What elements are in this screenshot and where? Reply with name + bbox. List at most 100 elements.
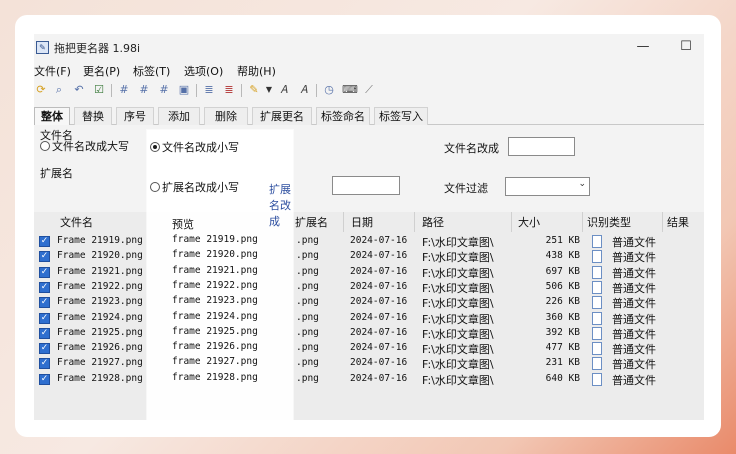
menu-tags[interactable]: 标签(T) (133, 63, 170, 79)
tab-sequence[interactable]: 序号 (116, 107, 154, 125)
row-checkbox[interactable]: ✓ (39, 281, 50, 293)
column-header-extension[interactable]: 扩展名 (295, 214, 328, 230)
tab-delete[interactable]: 删除 (204, 107, 248, 125)
tab-add[interactable]: 添加 (158, 107, 200, 125)
title-bar: ✎ 拖把更名器 1.98i — ☐ (34, 34, 704, 60)
column-divider (343, 212, 344, 232)
filename-change-input[interactable] (508, 137, 575, 156)
table-row[interactable]: ✓ Frame 21926.png .png 2024-07-16 F:\水印文章图\ 4… (34, 341, 704, 356)
table-row[interactable]: ✓ Frame 21921.png .png 2024-07-16 F:\水印文章图\ 6… (34, 265, 704, 280)
column-divider (582, 212, 583, 232)
cell-date: 2024-07-16 (350, 326, 408, 338)
number-icon[interactable]: # (117, 83, 131, 97)
table-row[interactable]: ✓ Frame 21920.png .png 2024-07-16 F:\水印文章图\ 4… (34, 249, 704, 264)
row-checkbox[interactable]: ✓ (39, 297, 50, 309)
menu-options[interactable]: 选项(O) (184, 63, 223, 79)
cell-extension: .png (296, 357, 319, 369)
rename-icon[interactable]: 𝐴 (297, 83, 311, 97)
menu-rename[interactable]: 更名(P) (83, 63, 120, 79)
dropdown-icon[interactable]: ▼ (262, 83, 276, 97)
cell-type: 普通文件 (612, 373, 656, 387)
rename-icon[interactable]: 𝐴 (277, 83, 291, 97)
table-row[interactable]: ✓ Frame 21923.png .png 2024-07-16 F:\水印文章图\ 2… (34, 295, 704, 310)
cell-size: 392 KB (545, 326, 580, 338)
column-header-size[interactable]: 大小 (518, 214, 540, 230)
radio-extension-lower[interactable]: 扩展名改成小写 (150, 181, 239, 195)
file-icon (592, 235, 602, 248)
table-row[interactable]: ✓ Frame 21922.png .png 2024-07-16 F:\水印文章图\ 5… (34, 280, 704, 295)
row-checkbox[interactable]: ✓ (39, 312, 50, 324)
check-icon[interactable]: ☑ (92, 83, 106, 97)
maximize-button[interactable]: ☐ (677, 38, 695, 56)
column-header-filename[interactable]: 文件名 (60, 214, 93, 230)
table-row[interactable]: ✓ Frame 21927.png .png 2024-07-16 F:\水印文章图\ 2… (34, 356, 704, 371)
radio-filename-lower[interactable]: 文件名改成小写 (150, 141, 239, 155)
file-icon (592, 311, 602, 325)
file-icon (592, 265, 602, 279)
cell-type: 普通文件 (612, 236, 656, 249)
row-checkbox[interactable]: ✓ (39, 343, 50, 355)
highlight-box: 文件名改成小写 扩展名改成小写 扩展名改成 预览 frame 21919.png… (147, 130, 293, 420)
column-header-type[interactable]: 识别类型 (587, 214, 631, 230)
clock-icon[interactable]: ◷ (322, 83, 336, 97)
list-icon[interactable]: ≣ (222, 83, 236, 97)
cell-size: 477 KB (545, 342, 580, 354)
undo-icon[interactable]: ↶ (72, 83, 86, 97)
column-header-path[interactable]: 路径 (422, 214, 444, 230)
image-icon[interactable]: ▣ (177, 83, 191, 97)
number-icon[interactable]: # (137, 83, 151, 97)
cell-path: F:\水印文章图\ (422, 281, 494, 295)
options-panel: 文件名 文件名改成大写 文件名改成 扩展名 文件过滤 ⌄ (34, 125, 704, 209)
file-icon (592, 372, 602, 386)
minimize-button[interactable]: — (634, 38, 652, 56)
cell-type: 普通文件 (612, 281, 656, 295)
broom-icon[interactable]: ⟋ (362, 83, 376, 97)
column-header-result[interactable]: 结果 (667, 214, 689, 230)
extension-change-input[interactable] (332, 176, 400, 195)
tab-extension-rename[interactable]: 扩展更名 (252, 107, 312, 125)
column-header-date[interactable]: 日期 (351, 214, 373, 230)
filename-change-label: 文件名改成 (444, 142, 499, 155)
tab-tag-write[interactable]: 标签写入 (374, 107, 428, 125)
row-checkbox[interactable]: ✓ (39, 236, 50, 247)
table-row[interactable]: ✓ Frame 21925.png .png 2024-07-16 F:\水印文章图\ 3… (34, 326, 704, 341)
file-icon (592, 357, 602, 371)
radio-filename-upper[interactable]: 文件名改成大写 (40, 140, 129, 154)
refresh-icon[interactable]: ⟳ (34, 83, 48, 97)
row-checkbox[interactable]: ✓ (39, 251, 50, 263)
cell-size: 697 KB (545, 265, 580, 277)
keyboard-icon[interactable]: ⌨ (342, 83, 358, 97)
row-checkbox[interactable]: ✓ (39, 373, 50, 385)
cell-preview: frame 21925.png (172, 325, 258, 337)
cell-filename: Frame 21921.png (57, 265, 143, 277)
tab-replace[interactable]: 替换 (74, 107, 112, 125)
menu-file[interactable]: 文件(F) (34, 63, 71, 79)
toolbar: ⟳ ⌕ ↶ ☑ # # # ▣ ≣ ≣ ✎ ▼ 𝐴 𝐴 ◷ ⌨ ⟋ (34, 81, 434, 101)
tab-overall[interactable]: 整体 (34, 107, 70, 125)
table-row[interactable]: ✓ Frame 21928.png .png 2024-07-16 F:\水印文章图\ 6… (34, 372, 704, 387)
tab-tag-naming[interactable]: 标签命名 (316, 107, 370, 125)
cell-path: F:\水印文章图\ (422, 297, 494, 311)
row-checkbox[interactable]: ✓ (39, 266, 50, 278)
cell-date: 2024-07-16 (350, 235, 408, 246)
cell-size: 438 KB (545, 250, 580, 262)
table-row[interactable]: ✓ Frame 21924.png .png 2024-07-16 F:\水印文章图\ 3… (34, 311, 704, 326)
file-filter-select[interactable]: ⌄ (505, 177, 590, 196)
column-header-preview[interactable]: 预览 (172, 216, 194, 232)
file-icon (592, 342, 602, 356)
menu-help[interactable]: 帮助(H) (237, 63, 276, 79)
cell-size: 251 KB (545, 235, 580, 246)
toolbar-separator (196, 84, 197, 97)
row-checkbox[interactable]: ✓ (39, 327, 50, 339)
cell-path: F:\水印文章图\ (422, 343, 494, 357)
table-row[interactable]: ✓ Frame 21919.png .png 2024-07-16 F:\水印文章图\ 2… (34, 234, 704, 249)
row-checkbox[interactable]: ✓ (39, 358, 50, 370)
list-icon[interactable]: ≣ (202, 83, 216, 97)
pen-icon[interactable]: ✎ (247, 83, 261, 97)
cell-extension: .png (296, 280, 319, 292)
number-icon[interactable]: # (157, 83, 171, 97)
search-icon[interactable]: ⌕ (52, 83, 66, 97)
app-icon: ✎ (36, 41, 49, 54)
cell-preview: frame 21927.png (172, 356, 258, 368)
radio-label: 文件名改成大写 (52, 140, 129, 153)
